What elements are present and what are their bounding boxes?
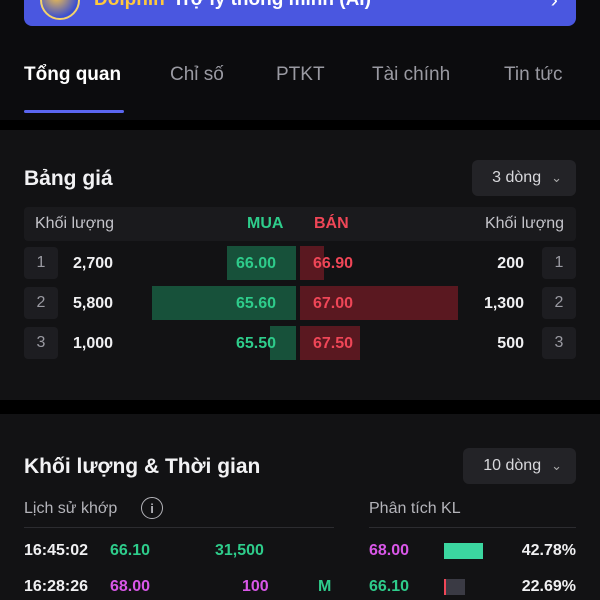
divider bbox=[369, 527, 576, 528]
tab-news[interactable]: Tin tức bbox=[504, 64, 562, 86]
chevron-down-icon: ⌄ bbox=[551, 170, 562, 185]
sell-volume: 500 bbox=[497, 335, 524, 352]
tab-financial[interactable]: Tài chính bbox=[372, 64, 450, 86]
row-index: 2 bbox=[24, 287, 58, 319]
row-index: 2 bbox=[542, 287, 576, 319]
sell-price: 67.50 bbox=[313, 335, 354, 352]
order-book-row[interactable]: 2 5,800 65.60 67.00 1,300 2 bbox=[24, 285, 576, 321]
sell-price: 66.90 bbox=[313, 255, 354, 272]
buy-price: 65.50 bbox=[236, 335, 277, 352]
chevron-down-icon: ⌄ bbox=[551, 458, 562, 473]
buy-volume: 2,700 bbox=[73, 255, 114, 272]
tab-technical[interactable]: PTKT bbox=[276, 64, 325, 86]
rows-dropdown[interactable]: 3 dòng ⌄ bbox=[472, 160, 576, 196]
banner-brand: Dolphin bbox=[94, 0, 165, 11]
banner-tagline: Trợ lý thông minh (AI) bbox=[173, 0, 371, 11]
rows-dropdown-value: 3 dòng bbox=[492, 169, 542, 186]
row-index: 3 bbox=[24, 327, 58, 359]
buy-header: MUA bbox=[247, 215, 284, 232]
analysis-price: 68.00 bbox=[369, 542, 410, 559]
sell-volume: 1,300 bbox=[483, 295, 524, 312]
chevron-right-icon: › bbox=[551, 0, 558, 13]
row-index: 1 bbox=[542, 247, 576, 279]
match-history-label: Lịch sử khớp bbox=[24, 500, 118, 517]
sell-volume: 200 bbox=[497, 255, 524, 272]
volume-time-title: Khối lượng & Thời gian bbox=[24, 455, 261, 478]
dolphin-avatar-icon bbox=[40, 0, 80, 20]
tab-bar: Tổng quan Chỉ số PTKT Tài chính Tin tức bbox=[0, 50, 600, 120]
trade-side: M bbox=[318, 578, 332, 595]
analysis-percent: 22.69% bbox=[521, 578, 576, 595]
analysis-share-bar bbox=[444, 579, 465, 595]
sell-volume-header: Khối lượng bbox=[484, 215, 564, 232]
trade-volume: 31,500 bbox=[215, 542, 264, 559]
buy-volume-header: Khối lượng bbox=[35, 215, 115, 232]
buy-volume: 1,000 bbox=[73, 335, 114, 352]
trade-price: 66.10 bbox=[110, 542, 151, 559]
sell-header: BÁN bbox=[314, 215, 349, 232]
buy-price: 66.00 bbox=[236, 255, 277, 272]
sell-price: 67.00 bbox=[313, 295, 354, 312]
buy-volume: 5,800 bbox=[73, 295, 114, 312]
tab-indices[interactable]: Chỉ số bbox=[170, 64, 224, 86]
row-index: 3 bbox=[542, 327, 576, 359]
order-book-header: Khối lượng MUA BÁN Khối lượng bbox=[24, 207, 576, 241]
volume-analysis-label: Phân tích KL bbox=[369, 500, 461, 517]
analysis-price: 66.10 bbox=[369, 578, 410, 595]
price-board-title: Bảng giá bbox=[24, 167, 113, 190]
trade-price: 68.00 bbox=[110, 578, 151, 595]
divider bbox=[0, 120, 600, 130]
row-index: 1 bbox=[24, 247, 58, 279]
info-icon[interactable]: i bbox=[141, 497, 163, 519]
trade-time: 16:45:02 bbox=[24, 542, 89, 559]
order-book-row[interactable]: 3 1,000 65.50 67.50 500 3 bbox=[24, 325, 576, 361]
order-book-row[interactable]: 1 2,700 66.00 66.90 200 1 bbox=[24, 245, 576, 281]
divider bbox=[0, 400, 600, 414]
trade-volume: 100 bbox=[242, 578, 269, 595]
tab-overview[interactable]: Tổng quan bbox=[24, 64, 121, 86]
trades-rows-dropdown-value: 10 dòng bbox=[483, 457, 542, 474]
buy-price: 65.60 bbox=[236, 295, 277, 312]
divider bbox=[24, 527, 334, 528]
trades-rows-dropdown[interactable]: 10 dòng ⌄ bbox=[463, 448, 576, 484]
active-tab-indicator bbox=[24, 110, 124, 113]
analysis-share-bar bbox=[444, 543, 483, 559]
analysis-percent: 42.78% bbox=[521, 542, 576, 559]
trade-time: 16:28:26 bbox=[24, 578, 89, 595]
ai-assistant-banner[interactable]: Dolphin Trợ lý thông minh (AI) › bbox=[24, 0, 576, 26]
